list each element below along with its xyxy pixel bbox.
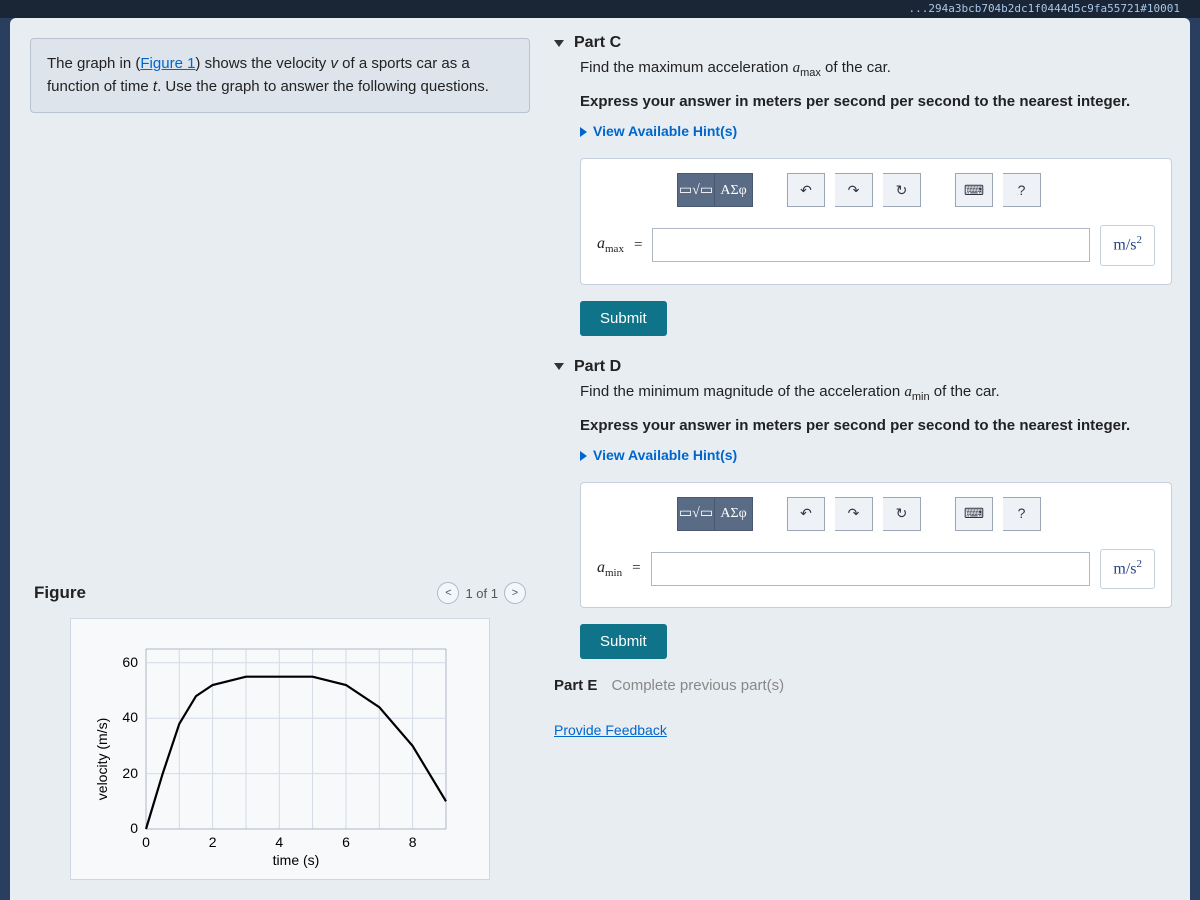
- hint-label: View Available Hint(s): [593, 121, 737, 143]
- problem-statement: The graph in (Figure 1) shows the veloci…: [30, 38, 530, 113]
- part-c-header[interactable]: Part C: [554, 30, 1172, 56]
- answer-toolbar: ▭√▭ ΑΣφ ↶ ↷ ↻ ⌨ ?: [597, 173, 1155, 207]
- part-c-instruction: Express your answer in meters per second…: [580, 90, 1172, 113]
- figure-panel: Figure < 1 of 1 >: [30, 576, 530, 880]
- amin-unit: m/s2: [1100, 549, 1155, 589]
- provide-feedback-link[interactable]: Provide Feedback: [554, 722, 1172, 738]
- greek-button[interactable]: ΑΣφ: [715, 497, 753, 531]
- velocity-chart: 0 20 40 60 0 2 4 6 8 time (s) velocity (…: [91, 639, 471, 869]
- figure-nav: < 1 of 1 >: [437, 582, 526, 604]
- templates-button[interactable]: ▭√▭: [677, 173, 715, 207]
- part-d-submit-button[interactable]: Submit: [580, 624, 667, 659]
- part-d-header[interactable]: Part D: [554, 354, 1172, 380]
- reset-button[interactable]: ↻: [883, 173, 921, 207]
- url-fragment: ...294a3bcb704b2dc1f0444d5c9fa55721#1000…: [0, 0, 1200, 18]
- hint-label: View Available Hint(s): [593, 445, 737, 467]
- right-column: Part C Find the maximum acceleration ama…: [550, 18, 1190, 900]
- answer-toolbar: ▭√▭ ΑΣφ ↶ ↷ ↻ ⌨ ?: [597, 497, 1155, 531]
- amin-label: amin: [597, 556, 622, 582]
- part-c-hints-toggle[interactable]: View Available Hint(s): [580, 121, 737, 143]
- part-c-label: Part C: [574, 34, 621, 52]
- part-d-prompt: Find the minimum magnitude of the accele…: [580, 380, 1172, 406]
- part-e: Part E Complete previous part(s): [554, 677, 1172, 694]
- x-axis-label: time (s): [273, 852, 320, 868]
- part-c-prompt: Find the maximum acceleration amax of th…: [580, 56, 1172, 82]
- caret-down-icon: [554, 363, 564, 370]
- y-tick: 40: [122, 709, 138, 725]
- equals: =: [632, 557, 640, 580]
- y-axis-label: velocity (m/s): [94, 718, 110, 800]
- redo-button[interactable]: ↷: [835, 497, 873, 531]
- x-tick: 8: [409, 834, 417, 850]
- part-e-message: Complete previous part(s): [612, 677, 785, 694]
- amax-input[interactable]: [652, 228, 1090, 262]
- y-tick: 0: [130, 820, 138, 836]
- y-tick: 60: [122, 654, 138, 670]
- x-tick: 0: [142, 834, 150, 850]
- templates-button[interactable]: ▭√▭: [677, 497, 715, 531]
- y-tick: 20: [122, 765, 138, 781]
- chart-area: 0 20 40 60 0 2 4 6 8 time (s) velocity (…: [70, 618, 490, 880]
- reset-button[interactable]: ↻: [883, 497, 921, 531]
- undo-button[interactable]: ↶: [787, 497, 825, 531]
- help-button[interactable]: ?: [1003, 173, 1041, 207]
- part-c-answer-box: ▭√▭ ΑΣφ ↶ ↷ ↻ ⌨ ? amax =: [580, 158, 1172, 284]
- part-d-answer-row: amin = m/s2: [597, 549, 1155, 589]
- problem-text: . Use the graph to answer the following …: [157, 78, 489, 95]
- figure-header: Figure < 1 of 1 >: [30, 576, 530, 618]
- figure-prev-button[interactable]: <: [437, 582, 459, 604]
- problem-text: The graph in (: [47, 55, 140, 72]
- redo-button[interactable]: ↷: [835, 173, 873, 207]
- amax-label: amax: [597, 232, 624, 258]
- part-d-instruction: Express your answer in meters per second…: [580, 414, 1172, 437]
- variable-v: v: [330, 55, 338, 72]
- figure-title: Figure: [34, 583, 86, 603]
- part-c: Part C Find the maximum acceleration ama…: [554, 30, 1172, 336]
- part-d-body: Find the minimum magnitude of the accele…: [554, 380, 1172, 660]
- caret-right-icon: [580, 127, 587, 137]
- left-column: The graph in (Figure 1) shows the veloci…: [10, 18, 550, 900]
- keyboard-button[interactable]: ⌨: [955, 497, 993, 531]
- part-d-hints-toggle[interactable]: View Available Hint(s): [580, 445, 737, 467]
- figure-counter: 1 of 1: [465, 586, 498, 601]
- help-button[interactable]: ?: [1003, 497, 1041, 531]
- problem-text: ) shows the velocity: [195, 55, 330, 72]
- caret-right-icon: [580, 451, 587, 461]
- x-tick: 2: [209, 834, 217, 850]
- amin-input[interactable]: [651, 552, 1091, 586]
- figure-link[interactable]: Figure 1: [140, 55, 195, 72]
- amax-unit: m/s2: [1100, 225, 1155, 265]
- figure-next-button[interactable]: >: [504, 582, 526, 604]
- x-tick: 4: [275, 834, 283, 850]
- x-tick: 6: [342, 834, 350, 850]
- equals: =: [634, 234, 642, 257]
- part-d-label: Part D: [574, 358, 621, 376]
- page-container: The graph in (Figure 1) shows the veloci…: [10, 18, 1190, 900]
- part-d-answer-box: ▭√▭ ΑΣφ ↶ ↷ ↻ ⌨ ? amin =: [580, 482, 1172, 608]
- undo-button[interactable]: ↶: [787, 173, 825, 207]
- part-c-answer-row: amax = m/s2: [597, 225, 1155, 265]
- part-d: Part D Find the minimum magnitude of the…: [554, 354, 1172, 660]
- part-c-submit-button[interactable]: Submit: [580, 301, 667, 336]
- greek-button[interactable]: ΑΣφ: [715, 173, 753, 207]
- caret-down-icon: [554, 40, 564, 47]
- part-e-label: Part E: [554, 677, 597, 694]
- part-c-body: Find the maximum acceleration amax of th…: [554, 56, 1172, 336]
- keyboard-button[interactable]: ⌨: [955, 173, 993, 207]
